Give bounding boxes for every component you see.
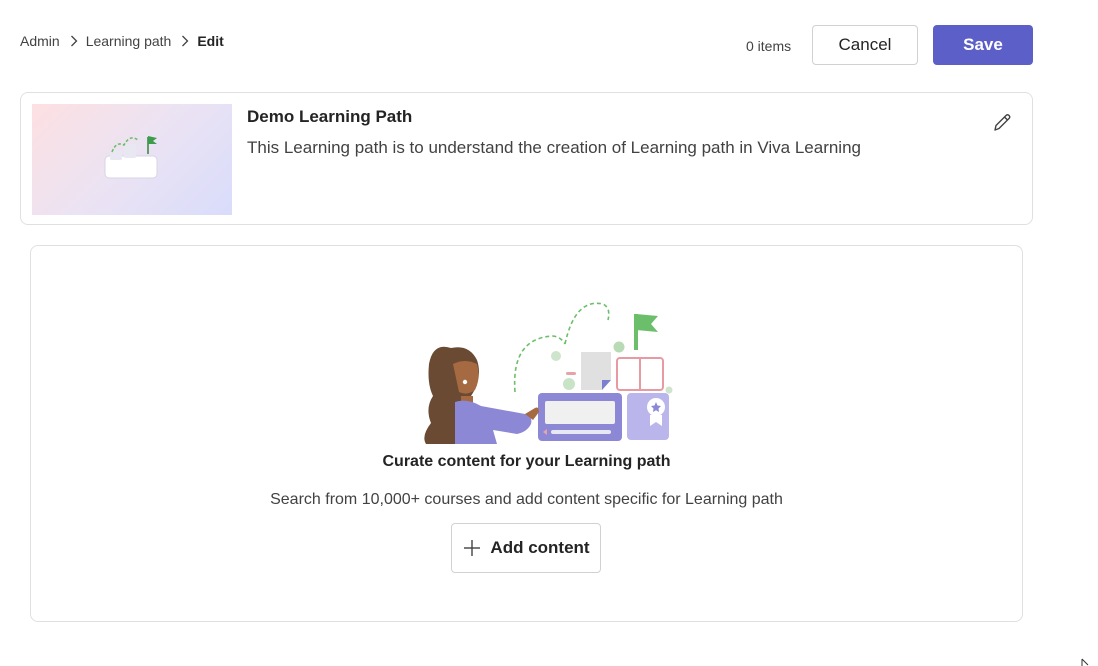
- breadcrumb: Admin Learning path Edit: [20, 33, 224, 49]
- plus-icon: [462, 538, 482, 558]
- empty-state-description: Search from 10,000+ courses and add cont…: [270, 491, 783, 508]
- chevron-right-icon: [181, 35, 189, 47]
- learning-path-thumbnail: [32, 104, 232, 215]
- mouse-cursor-icon: [1081, 658, 1089, 666]
- learning-path-card: Demo Learning Path This Learning path is…: [20, 92, 1033, 225]
- breadcrumb-item-admin[interactable]: Admin: [20, 33, 60, 49]
- chevron-right-icon: [70, 35, 78, 47]
- add-content-label: Add content: [490, 538, 590, 557]
- learning-path-description: This Learning path is to understand the …: [247, 138, 861, 157]
- breadcrumb-item-learning-path[interactable]: Learning path: [86, 33, 172, 49]
- breadcrumb-current-edit: Edit: [197, 33, 224, 49]
- empty-state-title: Curate content for your Learning path: [382, 453, 671, 470]
- cancel-button[interactable]: Cancel: [812, 25, 918, 65]
- add-content-button[interactable]: Add content: [451, 523, 601, 573]
- save-button[interactable]: Save: [933, 25, 1033, 65]
- stairs-flag-icon: [104, 136, 158, 179]
- curate-content-illustration: [424, 302, 673, 444]
- items-count: 0 items: [746, 38, 792, 54]
- content-panel: Curate content for your Learning path Se…: [30, 245, 1023, 622]
- pencil-icon[interactable]: [991, 112, 1013, 134]
- learning-path-title: Demo Learning Path: [247, 107, 413, 126]
